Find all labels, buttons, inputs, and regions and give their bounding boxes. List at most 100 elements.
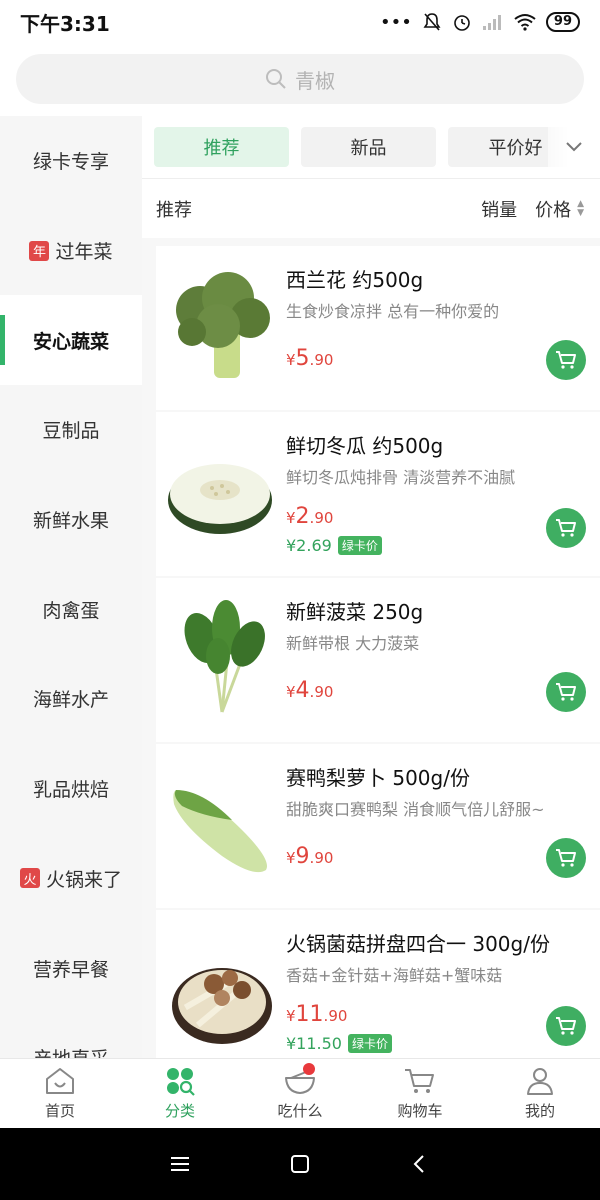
- category-icon: [167, 1068, 195, 1096]
- add-to-cart-button[interactable]: [546, 838, 586, 878]
- add-to-cart-button[interactable]: [546, 672, 586, 712]
- price-decimal: .90: [309, 509, 334, 527]
- product-card[interactable]: 赛鸭梨萝卜 500g/份 甜脆爽口赛鸭梨 消食顺气倍儿舒服~ ¥9.90: [156, 744, 600, 908]
- bottom-nav: 首页 分类 吃什么 购物车 我的: [0, 1058, 600, 1128]
- cart-icon: [556, 849, 576, 867]
- filter-tabs: 推荐 新品 平价好: [142, 116, 600, 178]
- product-name: 赛鸭梨萝卜 500g/份: [286, 766, 470, 790]
- add-to-cart-button[interactable]: [546, 508, 586, 548]
- price-decimal: .90: [323, 1007, 348, 1025]
- search-placeholder: 青椒: [295, 68, 335, 93]
- sidebar-item-tofu[interactable]: 豆制品: [0, 385, 142, 475]
- radish-image: [173, 790, 267, 873]
- nav-profile[interactable]: 我的: [480, 1059, 600, 1128]
- nav-category[interactable]: 分类: [120, 1059, 240, 1128]
- product-desc: 鲜切冬瓜炖排骨 清淡营养不油腻: [286, 468, 516, 487]
- cart-icon: [556, 519, 576, 537]
- nav-what-to-eat[interactable]: 吃什么: [240, 1059, 360, 1128]
- sidebar-item-breakfast[interactable]: 营养早餐: [0, 923, 142, 1013]
- back-icon[interactable]: [409, 1153, 431, 1175]
- sidebar-item-vegetables[interactable]: 安心蔬菜: [0, 295, 142, 386]
- price-currency: ¥: [286, 509, 296, 527]
- notification-dot: [303, 1063, 315, 1075]
- product-price: ¥9.90: [286, 844, 333, 869]
- new-year-badge: 年: [29, 240, 50, 261]
- nav-cart[interactable]: 购物车: [360, 1059, 480, 1128]
- sidebar-item-label: 新鲜水果: [32, 510, 109, 533]
- member-price: ¥11.50 绿卡价: [286, 1034, 392, 1053]
- sidebar-item-label: 肉禽蛋: [42, 599, 100, 622]
- cart-icon: [405, 1069, 434, 1093]
- product-card[interactable]: 西兰花 约500g 生食炒食凉拌 总有一种你爱的 ¥5.90: [156, 246, 600, 410]
- price-decimal: .90: [309, 683, 334, 701]
- sidebar-item-dairy[interactable]: 乳品烘焙: [0, 744, 142, 834]
- price-integer: 2: [295, 504, 310, 529]
- search-bar: 青椒: [0, 44, 600, 116]
- sort-price[interactable]: 价格 ▲ ▼: [535, 196, 584, 222]
- product-price: ¥11.90: [286, 1002, 347, 1027]
- home-square-icon[interactable]: [289, 1153, 311, 1175]
- search-icon: [266, 69, 286, 89]
- sort-bar: 推荐 销量 价格 ▲ ▼: [142, 178, 600, 238]
- sort-sales[interactable]: 销量: [481, 196, 517, 222]
- tab-new[interactable]: 新品: [301, 127, 436, 167]
- price-integer: 11: [295, 1002, 324, 1027]
- sort-recommend[interactable]: 推荐: [156, 196, 192, 222]
- winter-melon-image: [168, 464, 272, 534]
- add-to-cart-button[interactable]: [546, 1006, 586, 1046]
- sidebar-item-meat-eggs[interactable]: 肉禽蛋: [0, 564, 142, 654]
- sidebar-item-origin-direct[interactable]: 产地直采: [0, 1013, 142, 1058]
- sort-options: 销量 价格 ▲ ▼: [481, 196, 584, 222]
- product-price: ¥2.90: [286, 504, 333, 529]
- sort-price-label: 价格: [535, 199, 572, 221]
- signal-icon: [482, 15, 501, 30]
- status-icons: ••• 99: [380, 12, 580, 33]
- sidebar-item-label: 海鲜水产: [32, 689, 109, 712]
- price-currency: ¥: [286, 1007, 296, 1025]
- status-time: 下午3:31: [20, 11, 110, 36]
- chevron-down-icon: [566, 142, 582, 152]
- sidebar-item-hotpot[interactable]: 火火锅来了: [0, 834, 142, 924]
- product-desc: 生食炒食凉拌 总有一种你爱的: [286, 302, 500, 321]
- product-name: 新鲜菠菜 250g: [286, 600, 424, 624]
- product-desc: 香菇+金针菇+海鲜菇+蟹味菇: [286, 966, 503, 985]
- product-price: ¥5.90: [286, 346, 333, 371]
- member-price-tag: 绿卡价: [347, 1034, 392, 1053]
- member-price-tag: 绿卡价: [337, 536, 382, 555]
- product-card[interactable]: 新鲜菠菜 250g 新鲜带根 大力菠菜 ¥4.90: [156, 578, 600, 742]
- cart-icon: [556, 1017, 576, 1035]
- sidebar-item-green-card[interactable]: 绿卡专享: [0, 116, 142, 206]
- sidebar-item-seafood[interactable]: 海鲜水产: [0, 654, 142, 744]
- more-dots-icon: •••: [380, 11, 412, 33]
- sort-arrows-icon: ▲ ▼: [577, 198, 584, 218]
- search-input[interactable]: 青椒: [16, 54, 584, 104]
- sidebar-item-label: 豆制品: [42, 420, 100, 443]
- sidebar-item-label: 产地直采: [33, 1044, 109, 1058]
- system-nav-bar: [0, 1128, 600, 1200]
- nav-home[interactable]: 首页: [0, 1059, 120, 1128]
- hotpot-badge: 火: [19, 868, 40, 889]
- price-currency: ¥: [286, 683, 296, 701]
- product-card[interactable]: 火锅菌菇拼盘四合一 300g/份 香菇+金针菇+海鲜菇+蟹味菇 ¥11.90 ¥…: [156, 910, 600, 1058]
- tab-recommend[interactable]: 推荐: [154, 127, 289, 167]
- add-to-cart-button[interactable]: [546, 340, 586, 380]
- product-card[interactable]: 鲜切冬瓜 约500g 鲜切冬瓜炖排骨 清淡营养不油腻 ¥2.90 ¥2.69 绿卡…: [156, 412, 600, 576]
- cart-icon: [556, 683, 576, 701]
- price-decimal: .90: [309, 849, 334, 867]
- status-bar: 下午3:31 ••• 99: [0, 0, 600, 44]
- mushroom-platter-image: [172, 968, 272, 1044]
- sidebar-item-new-year[interactable]: 年过年菜: [0, 206, 142, 296]
- sidebar-item-fruit[interactable]: 新鲜水果: [0, 475, 142, 565]
- price-integer: 9: [295, 844, 310, 869]
- sidebar-item-label: 过年菜: [55, 241, 113, 264]
- product-price: ¥4.90: [286, 678, 333, 703]
- menu-icon[interactable]: [169, 1155, 191, 1173]
- product-desc: 甜脆爽口赛鸭梨 消食顺气倍儿舒服~: [286, 800, 545, 819]
- member-price-value: ¥11.50: [286, 1034, 342, 1053]
- product-desc: 新鲜带根 大力菠菜: [286, 634, 420, 653]
- expand-tabs-button[interactable]: [548, 116, 600, 178]
- nav-label: 购物车: [397, 1102, 443, 1120]
- profile-icon: [527, 1068, 553, 1095]
- sidebar-item-label: 乳品烘焙: [32, 779, 109, 802]
- product-name: 火锅菌菇拼盘四合一 300g/份: [286, 932, 550, 956]
